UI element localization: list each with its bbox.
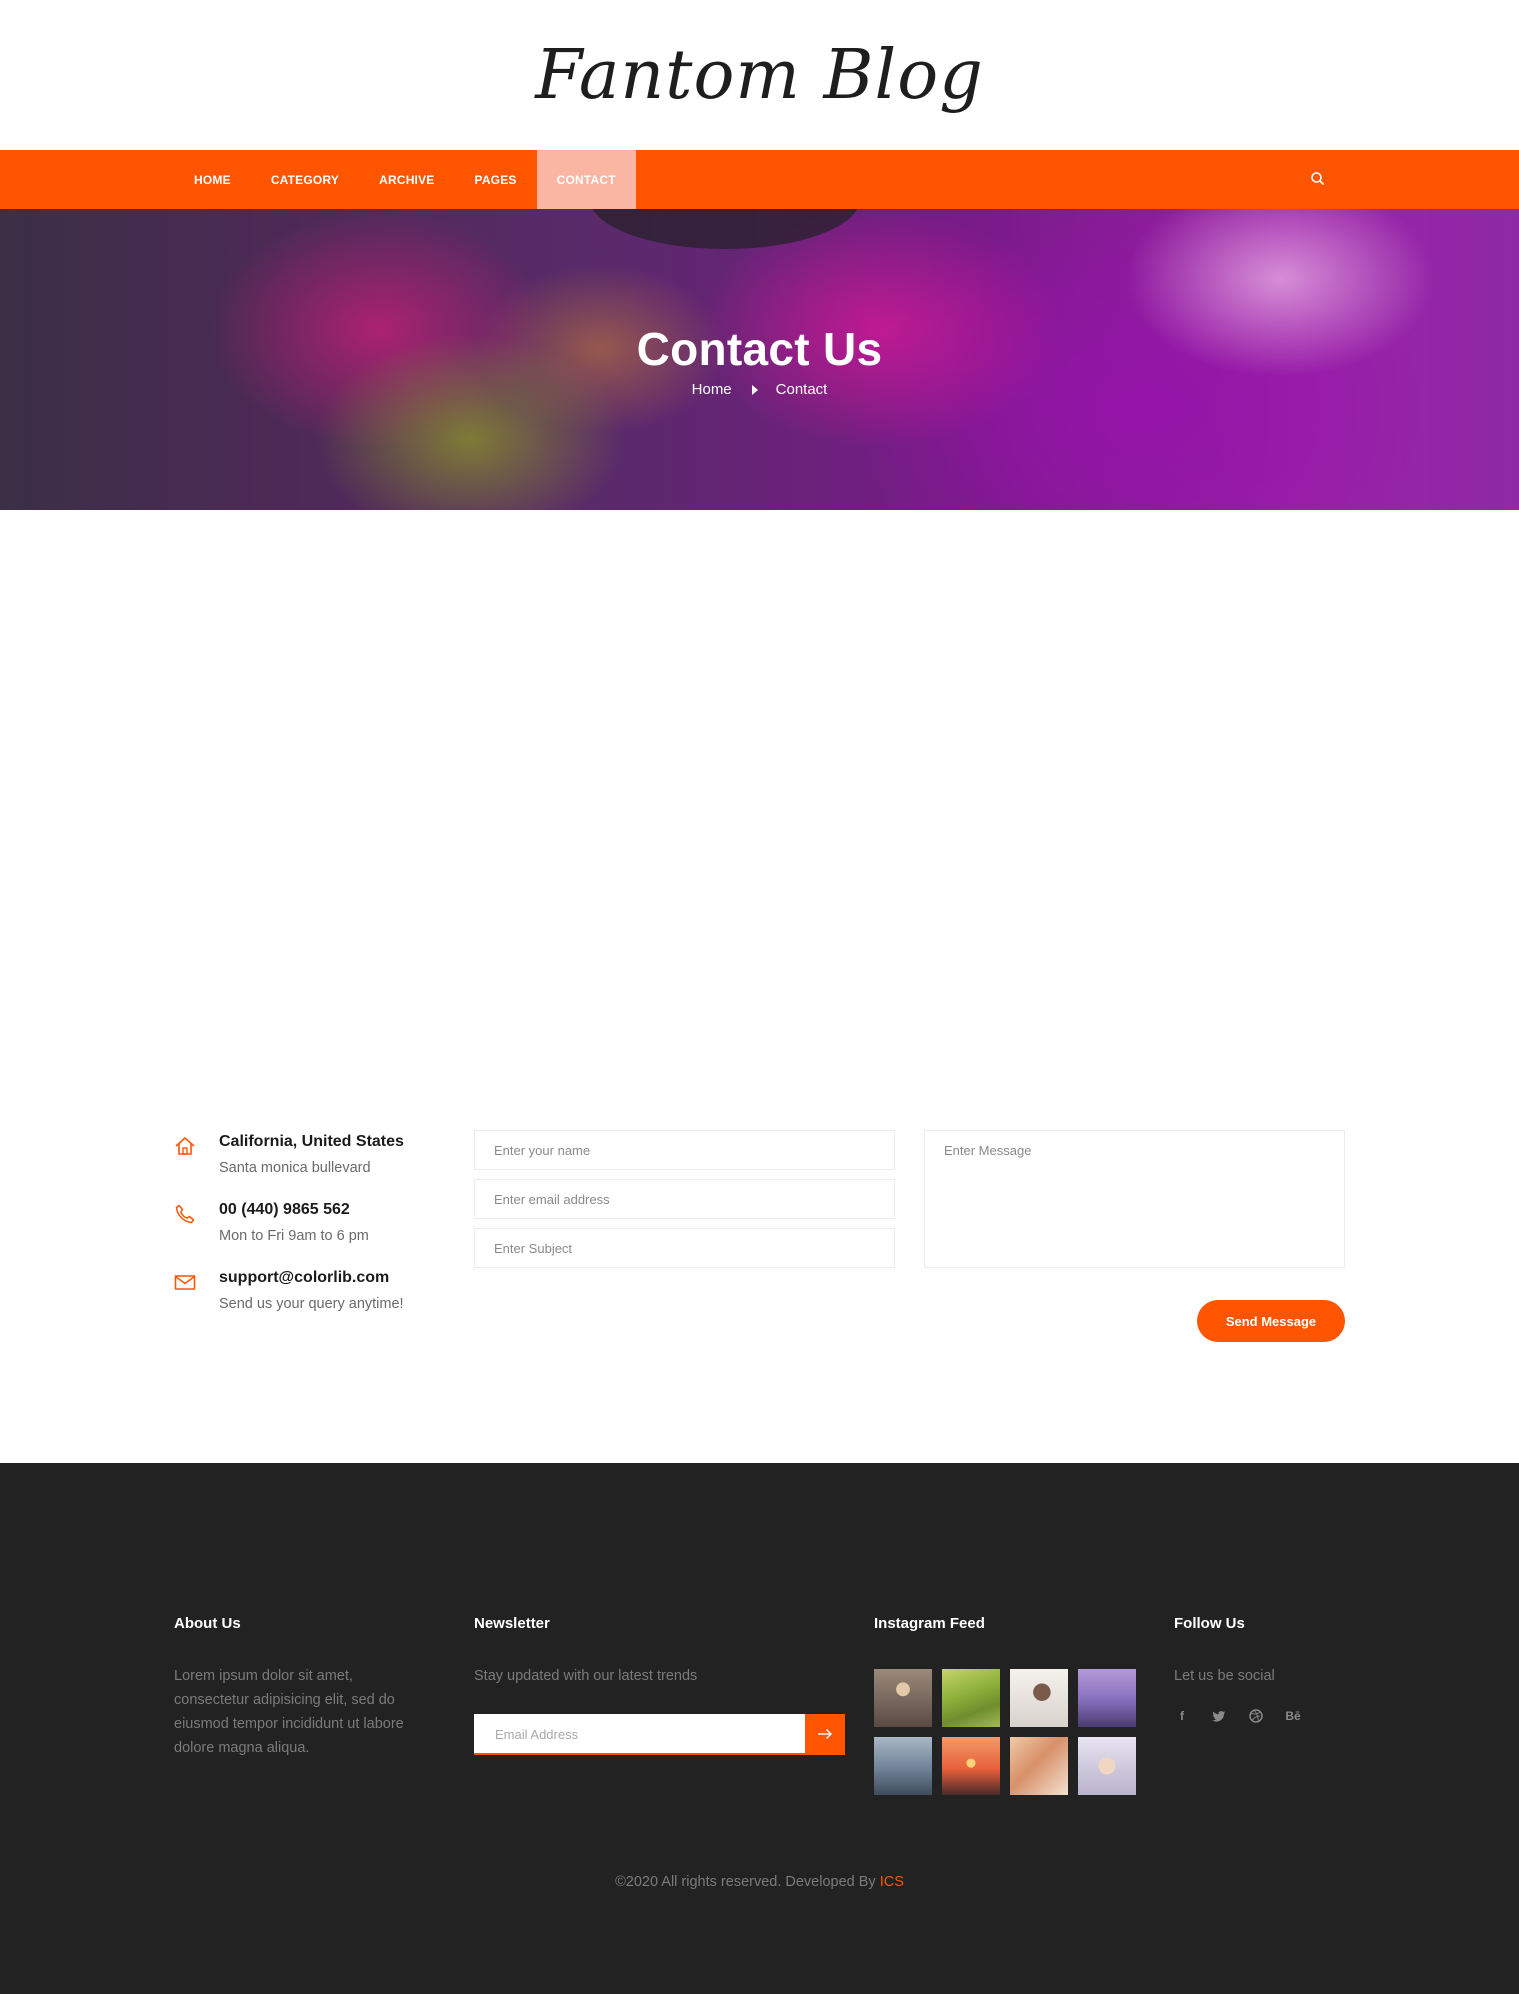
subject-field[interactable] xyxy=(474,1228,895,1268)
social-links: f Bē xyxy=(1174,1708,1301,1724)
footer-instagram-heading: Instagram Feed xyxy=(874,1615,985,1632)
main-nav: HOME CATEGORY ARCHIVE PAGES CONTACT xyxy=(0,150,1519,209)
nav-menu: HOME CATEGORY ARCHIVE PAGES CONTACT xyxy=(174,150,636,209)
footer-newsletter-text: Stay updated with our latest trends xyxy=(474,1668,698,1684)
breadcrumb-current: Contact xyxy=(775,381,828,398)
phone-icon xyxy=(175,1204,195,1224)
site-footer: About Us Lorem ipsum dolor sit amet, con… xyxy=(0,1463,1519,1994)
hero-background-image xyxy=(590,209,860,249)
footer-follow-text: Let us be social xyxy=(1174,1668,1275,1684)
send-message-button[interactable]: Send Message xyxy=(1197,1300,1345,1342)
footer-about-heading: About Us xyxy=(174,1615,241,1632)
message-field[interactable] xyxy=(924,1130,1345,1268)
nav-item-contact[interactable]: CONTACT xyxy=(536,150,636,209)
breadcrumb-home[interactable]: Home xyxy=(692,381,732,398)
nav-item-home[interactable]: HOME xyxy=(174,150,251,209)
newsletter-submit-button[interactable] xyxy=(805,1714,845,1754)
arrow-right-icon xyxy=(818,1729,832,1739)
copyright-text: ©2020 All rights reserved. Developed By xyxy=(615,1874,880,1890)
footer-follow-heading: Follow Us xyxy=(1174,1615,1245,1632)
instagram-photo-5[interactable] xyxy=(874,1737,932,1795)
behance-icon[interactable]: Bē xyxy=(1285,1708,1301,1724)
contact-phone-subtitle: Mon to Fri 9am to 6 pm xyxy=(219,1228,369,1244)
nav-item-category[interactable]: CATEGORY xyxy=(251,150,359,209)
developer-link[interactable]: ICS xyxy=(880,1874,904,1890)
caret-right-icon xyxy=(751,384,758,395)
copyright: ©2020 All rights reserved. Developed By … xyxy=(0,1874,1519,1890)
search-icon[interactable] xyxy=(1308,169,1328,189)
email-field[interactable] xyxy=(474,1179,895,1219)
hero-banner: Contact Us Home Contact xyxy=(0,209,1519,510)
dribbble-icon[interactable] xyxy=(1248,1708,1264,1724)
instagram-photo-7[interactable] xyxy=(1010,1737,1068,1795)
nav-item-archive[interactable]: ARCHIVE xyxy=(359,150,454,209)
mail-icon xyxy=(174,1275,196,1290)
footer-about-text: Lorem ipsum dolor sit amet, consectetur … xyxy=(174,1668,404,1756)
instagram-photo-3[interactable] xyxy=(1010,1669,1068,1727)
site-header: Fantom Blog xyxy=(0,0,1519,150)
instagram-photo-2[interactable] xyxy=(942,1669,1000,1727)
contact-phone-title: 00 (440) 9865 562 xyxy=(219,1201,350,1218)
instagram-photo-8[interactable] xyxy=(1078,1737,1136,1795)
facebook-icon[interactable]: f xyxy=(1174,1708,1190,1724)
name-field[interactable] xyxy=(474,1130,895,1170)
contact-email-title: support@colorlib.com xyxy=(219,1269,390,1286)
newsletter-email-input[interactable] xyxy=(474,1714,806,1754)
contact-address-title: California, United States xyxy=(219,1133,404,1150)
instagram-photo-1[interactable] xyxy=(874,1669,932,1727)
instagram-photo-4[interactable] xyxy=(1078,1669,1136,1727)
breadcrumb: Home Contact xyxy=(0,381,1519,398)
home-icon xyxy=(175,1137,195,1155)
nav-item-pages[interactable]: PAGES xyxy=(455,150,537,209)
footer-newsletter-heading: Newsletter xyxy=(474,1615,550,1632)
page-title: Contact Us xyxy=(636,323,883,375)
contact-address-subtitle: Santa monica bullevard xyxy=(219,1160,371,1176)
newsletter-underline xyxy=(474,1753,845,1755)
instagram-grid xyxy=(874,1669,1136,1795)
instagram-photo-6[interactable] xyxy=(942,1737,1000,1795)
contact-email-subtitle: Send us your query anytime! xyxy=(219,1296,404,1312)
site-logo[interactable]: Fantom Blog xyxy=(535,36,983,115)
twitter-icon[interactable] xyxy=(1211,1708,1227,1724)
